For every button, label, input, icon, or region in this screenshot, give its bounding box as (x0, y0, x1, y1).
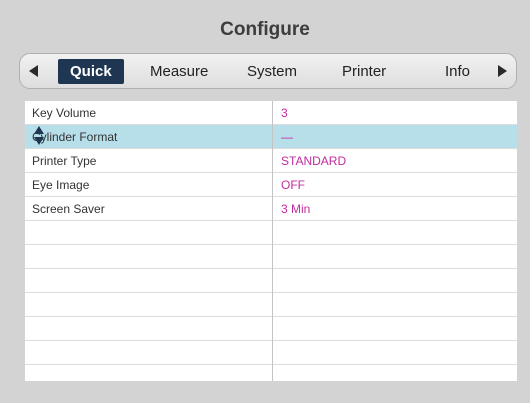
setting-value: 3 Min (281, 202, 311, 216)
setting-value: STANDARD (281, 154, 347, 168)
settings-list: Key Volume 3 Cylinder Format — Printer T… (25, 101, 517, 381)
setting-label: Key Volume (32, 106, 97, 120)
empty-row (25, 317, 517, 341)
empty-row (25, 269, 517, 293)
setting-label: Screen Saver (32, 202, 105, 216)
setting-row-cylinder-format[interactable]: Cylinder Format — (25, 125, 517, 149)
setting-row-printer-type[interactable]: Printer Type STANDARD (25, 149, 517, 173)
empty-row (25, 245, 517, 269)
window-title: Configure (220, 19, 310, 40)
triangle-right-icon[interactable] (498, 65, 507, 77)
setting-row-eye-image[interactable]: Eye Image OFF (25, 173, 517, 197)
setting-value: 3 (281, 106, 288, 120)
setting-label: Eye Image (32, 178, 90, 192)
column-divider (272, 101, 273, 381)
tab-quick[interactable]: Quick (58, 59, 124, 84)
setting-value: OFF (281, 178, 305, 192)
tab-info[interactable]: Info (445, 59, 470, 84)
setting-value: — (281, 130, 293, 144)
empty-row (25, 293, 517, 317)
empty-row (25, 221, 517, 245)
tab-printer[interactable]: Printer (342, 59, 386, 84)
up-down-arrows-icon[interactable] (34, 126, 44, 148)
up-arrow-icon[interactable] (34, 126, 44, 134)
tab-bar: Quick Measure System Printer Info (19, 53, 517, 89)
tab-measure[interactable]: Measure (150, 59, 208, 84)
tab-system[interactable]: System (247, 59, 297, 84)
setting-label: Printer Type (32, 154, 97, 168)
down-arrow-icon[interactable] (34, 137, 44, 145)
triangle-left-icon[interactable] (29, 65, 38, 77)
setting-label: Cylinder Format (32, 130, 118, 144)
empty-row (25, 341, 517, 365)
setting-row-screen-saver[interactable]: Screen Saver 3 Min (25, 197, 517, 221)
setting-row-key-volume[interactable]: Key Volume 3 (25, 101, 517, 125)
